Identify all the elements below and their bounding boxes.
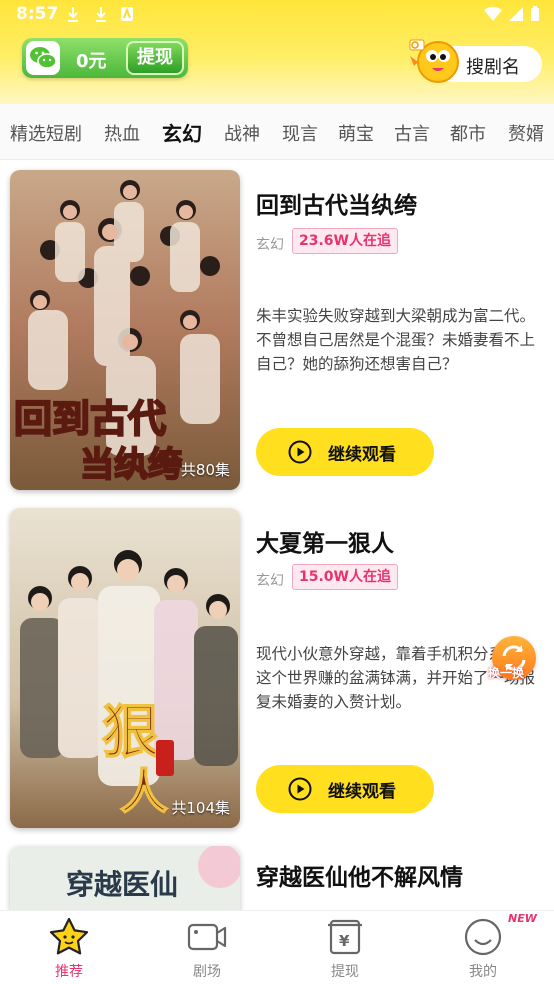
continue-watch-button[interactable]: 继续观看 xyxy=(256,428,434,476)
play-icon xyxy=(288,777,312,801)
star-face-icon xyxy=(49,917,89,955)
nav-label: 推荐 xyxy=(55,964,83,980)
poster-title-text: 狠 xyxy=(102,698,160,766)
app-notification-icon xyxy=(120,6,136,24)
tab-urban[interactable]: 都市 xyxy=(450,120,486,146)
nav-label: 提现 xyxy=(331,964,359,980)
new-badge: NEW xyxy=(508,912,537,925)
tab-modern-romance[interactable]: 现言 xyxy=(282,120,318,146)
drama-genre: 玄幻 xyxy=(256,237,284,253)
tab-fantasy[interactable]: 玄幻 xyxy=(162,118,202,147)
play-icon xyxy=(288,440,312,464)
status-indicators xyxy=(484,6,540,22)
drama-description: 朱丰实验失败穿越到大梁朝成为富二代。不曾想自己居然是个混蛋？未婚妻看不上自己？她… xyxy=(256,307,536,373)
tab-cute-baby[interactable]: 萌宝 xyxy=(338,120,374,146)
video-camera-icon xyxy=(187,923,227,951)
svg-text:¥: ¥ xyxy=(339,932,350,950)
wechat-icon xyxy=(26,41,60,75)
wallet-amount: 0元 xyxy=(76,51,107,72)
tab-son-in-law[interactable]: 赘婿 xyxy=(508,120,544,146)
yuan-wallet-icon: ¥ xyxy=(328,919,362,955)
chase-count-badge: 15.0W人在追 xyxy=(292,564,398,590)
nav-item-recommend[interactable]: 推荐 xyxy=(0,911,138,984)
nav-item-withdraw[interactable]: ¥ 提现 xyxy=(276,911,414,984)
search-label: 搜剧名 xyxy=(466,57,520,78)
wifi-icon xyxy=(484,6,502,22)
drama-title[interactable]: 大夏第一狠人 xyxy=(256,524,394,558)
drama-poster[interactable]: 回到古代 当纨绔 共80集 xyxy=(10,170,240,490)
wallet-widget[interactable]: 0元 提现 xyxy=(22,38,188,78)
refresh-label: 换一换 xyxy=(488,666,525,680)
drama-genre: 玄幻 xyxy=(256,573,284,589)
drama-title[interactable]: 回到古代当纨绔 xyxy=(256,186,417,220)
status-bar: 8:57 xyxy=(0,0,554,32)
signal-icon xyxy=(509,7,523,21)
episode-count: 共80集 xyxy=(180,461,230,479)
nav-label: 剧场 xyxy=(193,964,221,980)
chase-count-badge: 23.6W人在追 xyxy=(292,228,398,254)
drama-poster[interactable]: 穿越医仙 xyxy=(10,846,240,910)
episode-count: 共104集 xyxy=(171,799,230,817)
continue-watch-button[interactable]: 继续观看 xyxy=(256,765,434,813)
drama-title[interactable]: 穿越医仙他不解风情 xyxy=(256,858,463,892)
poster-title-text: 穿越医仙 xyxy=(66,868,178,901)
tab-ancient-romance[interactable]: 古言 xyxy=(394,120,430,146)
header: 8:57 0元 提现 搜剧名 xyxy=(0,0,554,104)
battery-icon xyxy=(531,6,539,21)
tab-war-god[interactable]: 战神 xyxy=(224,120,260,146)
drama-poster[interactable]: 狠 人 共104集 xyxy=(10,508,240,828)
poster-title-text: 回到古代 xyxy=(14,396,166,441)
smile-face-icon xyxy=(464,918,502,956)
withdraw-button[interactable]: 提现 xyxy=(126,41,184,75)
tab-hot-blood[interactable]: 热血 xyxy=(104,120,140,146)
continue-watch-label: 继续观看 xyxy=(328,782,396,802)
bottom-nav: 推荐 剧场 ¥ 提现 我的 xyxy=(0,910,554,984)
category-tabs: 精选短剧 热血 玄幻 战神 现言 萌宝 古言 都市 赘婿 xyxy=(0,104,554,160)
download-icon xyxy=(94,6,110,24)
poster-title-text: 当纨绔 xyxy=(80,445,182,485)
download-icon xyxy=(66,6,82,24)
mascot-icon xyxy=(408,36,464,86)
status-time: 8:57 xyxy=(16,4,59,24)
continue-watch-label: 继续观看 xyxy=(328,445,396,465)
nav-label: 我的 xyxy=(469,964,497,980)
tab-featured[interactable]: 精选短剧 xyxy=(10,120,82,146)
nav-item-theater[interactable]: 剧场 xyxy=(138,911,276,984)
